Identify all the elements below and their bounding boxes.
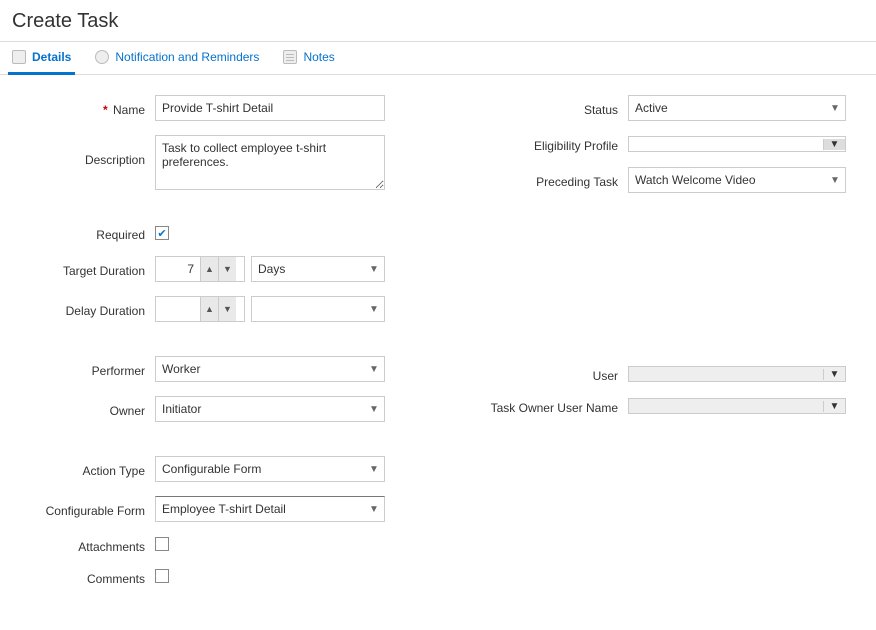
delay-duration-input[interactable] — [156, 297, 200, 321]
action-type-select[interactable]: Configurable Form ▼ — [155, 456, 385, 482]
task-owner-user-select[interactable]: ▼ — [628, 398, 846, 414]
chevron-down-icon: ▼ — [825, 175, 845, 186]
required-star-icon: * — [103, 103, 108, 117]
task-owner-user-label: Task Owner User Name — [463, 397, 628, 415]
tab-notifications[interactable]: Notification and Reminders — [91, 42, 263, 75]
eligibility-value — [629, 137, 823, 151]
delay-duration-down[interactable]: ▼ — [218, 297, 236, 321]
eligibility-label: Eligibility Profile — [463, 135, 628, 153]
tab-notifications-label: Notification and Reminders — [115, 50, 259, 64]
configurable-form-select[interactable]: Employee T-shirt Detail ▼ — [155, 496, 385, 522]
delay-duration-unit-select[interactable]: ▼ — [251, 296, 385, 322]
chevron-down-icon: ▼ — [364, 304, 384, 315]
performer-label: Performer — [30, 360, 155, 378]
preceding-value: Watch Welcome Video — [629, 168, 825, 192]
preceding-select[interactable]: Watch Welcome Video ▼ — [628, 167, 846, 193]
description-textarea[interactable]: Task to collect employee t-shirt prefere… — [155, 135, 385, 190]
performer-value: Worker — [156, 357, 364, 381]
delay-duration-label: Delay Duration — [30, 300, 155, 318]
target-duration-up[interactable]: ▲ — [200, 257, 218, 281]
performer-select[interactable]: Worker ▼ — [155, 356, 385, 382]
task-owner-user-value — [629, 399, 823, 413]
target-duration-label: Target Duration — [30, 260, 155, 278]
status-label: Status — [463, 99, 628, 117]
form-area: * Name Description Task to collect emplo… — [0, 75, 876, 630]
status-value: Active — [629, 96, 825, 120]
preceding-label: Preceding Task — [463, 171, 628, 189]
note-icon — [283, 50, 297, 64]
chevron-down-icon: ▼ — [364, 404, 384, 415]
tab-notes-label: Notes — [303, 50, 334, 64]
name-input[interactable] — [155, 95, 385, 121]
left-column: * Name Description Task to collect emplo… — [30, 95, 413, 600]
chevron-down-icon: ▼ — [364, 264, 384, 275]
target-duration-unit-value: Days — [252, 257, 364, 281]
user-value — [629, 367, 823, 381]
chevron-down-icon: ▼ — [825, 103, 845, 114]
dropdown-button-icon[interactable]: ▼ — [823, 401, 845, 412]
status-select[interactable]: Active ▼ — [628, 95, 846, 121]
configurable-form-value: Employee T-shirt Detail — [156, 497, 364, 521]
owner-select[interactable]: Initiator ▼ — [155, 396, 385, 422]
tab-details[interactable]: Details — [8, 42, 75, 75]
tab-notes[interactable]: Notes — [279, 42, 338, 75]
owner-value: Initiator — [156, 397, 364, 421]
chevron-down-icon: ▼ — [364, 364, 384, 375]
comments-checkbox[interactable] — [155, 569, 169, 583]
attachments-checkbox[interactable] — [155, 537, 169, 551]
delay-duration-spinner[interactable]: ▲ ▼ — [155, 296, 245, 322]
tab-details-label: Details — [32, 50, 71, 64]
chevron-down-icon: ▼ — [364, 504, 384, 515]
chevron-down-icon: ▼ — [364, 464, 384, 475]
required-checkbox[interactable] — [155, 226, 169, 240]
configurable-form-label: Configurable Form — [30, 500, 155, 518]
owner-label: Owner — [30, 400, 155, 418]
action-type-label: Action Type — [30, 460, 155, 478]
attachments-label: Attachments — [30, 536, 155, 554]
right-column: Status Active ▼ Eligibility Profile ▼ — [463, 95, 846, 600]
delay-duration-up[interactable]: ▲ — [200, 297, 218, 321]
dropdown-button-icon[interactable]: ▼ — [823, 139, 845, 150]
description-label: Description — [30, 135, 155, 167]
target-duration-down[interactable]: ▼ — [218, 257, 236, 281]
clipboard-icon — [12, 50, 26, 64]
target-duration-unit-select[interactable]: Days ▼ — [251, 256, 385, 282]
target-duration-input[interactable] — [156, 257, 200, 281]
tabs: Details Notification and Reminders Notes — [0, 41, 876, 75]
dropdown-button-icon[interactable]: ▼ — [823, 369, 845, 380]
user-select[interactable]: ▼ — [628, 366, 846, 382]
comments-label: Comments — [30, 568, 155, 586]
delay-duration-unit-value — [252, 302, 364, 316]
page-title: Create Task — [0, 0, 876, 41]
clock-icon — [95, 50, 109, 64]
eligibility-select[interactable]: ▼ — [628, 136, 846, 152]
user-label: User — [463, 365, 628, 383]
action-type-value: Configurable Form — [156, 457, 364, 481]
name-label: * Name — [30, 99, 155, 117]
target-duration-spinner[interactable]: ▲ ▼ — [155, 256, 245, 282]
required-label: Required — [30, 224, 155, 242]
